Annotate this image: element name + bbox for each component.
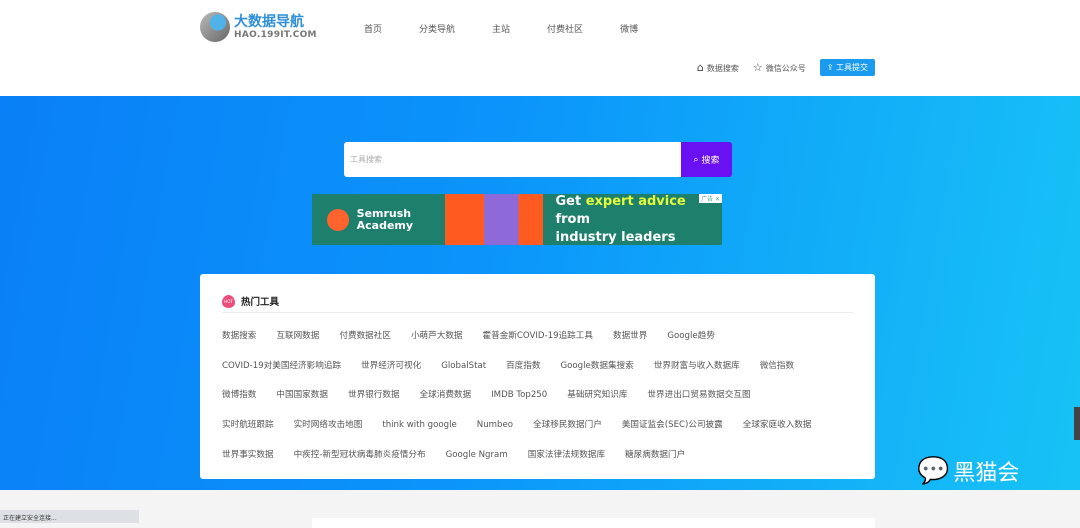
ad-brand: Semrush Academy bbox=[356, 206, 414, 232]
ad-photo bbox=[445, 194, 544, 245]
ad-text-a: Get bbox=[555, 194, 586, 209]
hot-tool-link[interactable]: 微博指数 bbox=[222, 385, 256, 415]
hot-tool-link[interactable]: 全球家庭收入数据 bbox=[743, 415, 812, 445]
hot-tool-link[interactable]: 霍普金斯COVID-19追踪工具 bbox=[483, 326, 593, 356]
watermark-text: 黑猫会 bbox=[953, 461, 1020, 486]
hot-tool-link[interactable]: think with google bbox=[382, 415, 456, 445]
hot-tool-link[interactable]: 实时航班跟踪 bbox=[222, 415, 274, 445]
logo-title: 大数据导航 bbox=[234, 14, 304, 30]
ad-text-highlight: expert advice bbox=[585, 194, 686, 209]
wechat-watermark: 💬 黑猫会 bbox=[917, 455, 1019, 487]
hot-tool-link[interactable]: 微信指数 bbox=[760, 356, 794, 386]
wechat-label: 微信公众号 bbox=[765, 64, 806, 73]
hot-tool-link[interactable]: 世界银行数据 bbox=[348, 385, 400, 415]
home-icon: ⌂ bbox=[696, 61, 704, 74]
ad-headline: Get expert advice from industry leaders bbox=[555, 194, 722, 245]
ad-text-line2: industry leaders bbox=[555, 229, 676, 245]
nav-paid-community[interactable]: 付费社区 bbox=[547, 22, 583, 35]
header: 大数据导航 HAO.199IT.COM 首页 分类导航 主站 付费社区 微博 ⌂… bbox=[0, 0, 1080, 96]
hot-tool-link[interactable]: 互联网数据 bbox=[276, 326, 319, 356]
hot-tool-link[interactable]: 中国国家数据 bbox=[276, 385, 328, 415]
main-nav: 首页 分类导航 主站 付费社区 微博 bbox=[364, 22, 675, 35]
hot-tool-link[interactable]: 糖尿病数据门户 bbox=[625, 445, 685, 475]
hot-tool-link[interactable]: 小萌芦大数据 bbox=[411, 326, 463, 356]
hot-tools-card: HOT 热门工具 数据搜索 互联网数据 付费数据社区 小萌芦大数据 霍普金斯COVID-… bbox=[200, 274, 875, 479]
hot-tool-link[interactable]: 基础研究知识库 bbox=[567, 385, 627, 415]
data-search-link[interactable]: ⌂ 数据搜索 bbox=[697, 61, 739, 74]
search-icon: ⌕ bbox=[693, 154, 702, 165]
hot-tool-link[interactable]: Google趋势 bbox=[667, 326, 715, 356]
hot-tool-link[interactable]: 国家法律法规数据库 bbox=[528, 445, 605, 475]
hot-tool-link[interactable]: 世界经济可视化 bbox=[361, 356, 421, 386]
nav-home[interactable]: 首页 bbox=[364, 22, 382, 35]
search-bar: 工具搜索 ⌕ 搜索 bbox=[344, 142, 732, 177]
search-input[interactable]: 工具搜索 bbox=[344, 142, 681, 177]
hot-tool-link[interactable]: Google Ngram bbox=[446, 445, 508, 475]
data-search-label: 数据搜索 bbox=[706, 64, 739, 73]
hot-tool-link[interactable]: GlobalStat bbox=[441, 356, 486, 386]
hot-tool-link[interactable]: 中疾控-新型冠状病毒肺炎疫情分布 bbox=[294, 445, 426, 475]
hot-flame-icon: HOT bbox=[222, 294, 235, 308]
hot-tool-link[interactable]: COVID-19对美国经济影响追踪 bbox=[222, 356, 341, 386]
logo-subtitle: HAO.199IT.COM bbox=[234, 30, 317, 40]
hot-tool-link[interactable]: 世界事实数据 bbox=[222, 445, 274, 475]
search-button[interactable]: ⌕ 搜索 bbox=[681, 142, 732, 177]
hot-tool-link[interactable]: IMDB Top250 bbox=[491, 385, 547, 415]
site-logo[interactable]: 大数据导航 HAO.199IT.COM bbox=[200, 12, 317, 42]
hot-tool-link[interactable]: 世界进出口贸易数据交互图 bbox=[647, 385, 750, 415]
search-button-label: 搜索 bbox=[701, 156, 720, 166]
nav-weibo[interactable]: 微博 bbox=[620, 22, 638, 35]
ad-banner[interactable]: Semrush Academy Get expert advice from i… bbox=[312, 194, 722, 245]
hot-tool-link[interactable]: 数据世界 bbox=[613, 326, 647, 356]
nav-categories[interactable]: 分类导航 bbox=[419, 22, 455, 35]
hot-tool-link[interactable]: 世界财富与收入数据库 bbox=[654, 356, 740, 386]
hot-tool-link[interactable]: 全球移民数据门户 bbox=[533, 415, 602, 445]
hot-tools-title: 热门工具 bbox=[241, 297, 280, 308]
hot-tool-link[interactable]: Numbeo bbox=[477, 415, 513, 445]
header-tools: ⌂ 数据搜索 ☆ 微信公众号 ⇪ 工具提交 bbox=[697, 59, 875, 76]
logo-icon bbox=[200, 12, 230, 42]
hot-tool-link[interactable]: 付费数据社区 bbox=[339, 326, 391, 356]
hot-tools-header: HOT 热门工具 bbox=[222, 290, 853, 313]
browser-status-bar: 正在建立安全连接... bbox=[0, 510, 139, 523]
ad-close-badge[interactable]: 广告 ✕ bbox=[699, 194, 722, 203]
next-card bbox=[312, 518, 875, 528]
ad-text-b: from bbox=[555, 211, 591, 227]
wechat-link[interactable]: ☆ 微信公众号 bbox=[753, 61, 806, 74]
nav-main-site[interactable]: 主站 bbox=[492, 22, 510, 35]
hot-tool-link[interactable]: 全球消费数据 bbox=[420, 385, 472, 415]
star-icon: ☆ bbox=[752, 61, 763, 74]
semrush-logo-icon bbox=[327, 208, 349, 231]
side-scroll-handle[interactable] bbox=[1074, 407, 1080, 440]
hot-tool-link[interactable]: 百度指数 bbox=[506, 356, 540, 386]
hot-tool-link[interactable]: 数据搜索 bbox=[222, 326, 256, 356]
hot-tool-link[interactable]: 实时网络攻击地图 bbox=[294, 415, 363, 445]
upload-icon: ⇪ bbox=[826, 63, 836, 72]
hot-tools-list: 数据搜索 互联网数据 付费数据社区 小萌芦大数据 霍普金斯COVID-19追踪工具 数据世… bbox=[222, 326, 862, 474]
wechat-icon: 💬 bbox=[917, 456, 950, 486]
submit-tool-button[interactable]: ⇪ 工具提交 bbox=[819, 59, 875, 76]
hot-tool-link[interactable]: 美国证监会(SEC)公司披露 bbox=[622, 415, 723, 445]
hot-tool-link[interactable]: Google数据集搜索 bbox=[560, 356, 633, 386]
submit-label: 工具提交 bbox=[836, 63, 868, 72]
